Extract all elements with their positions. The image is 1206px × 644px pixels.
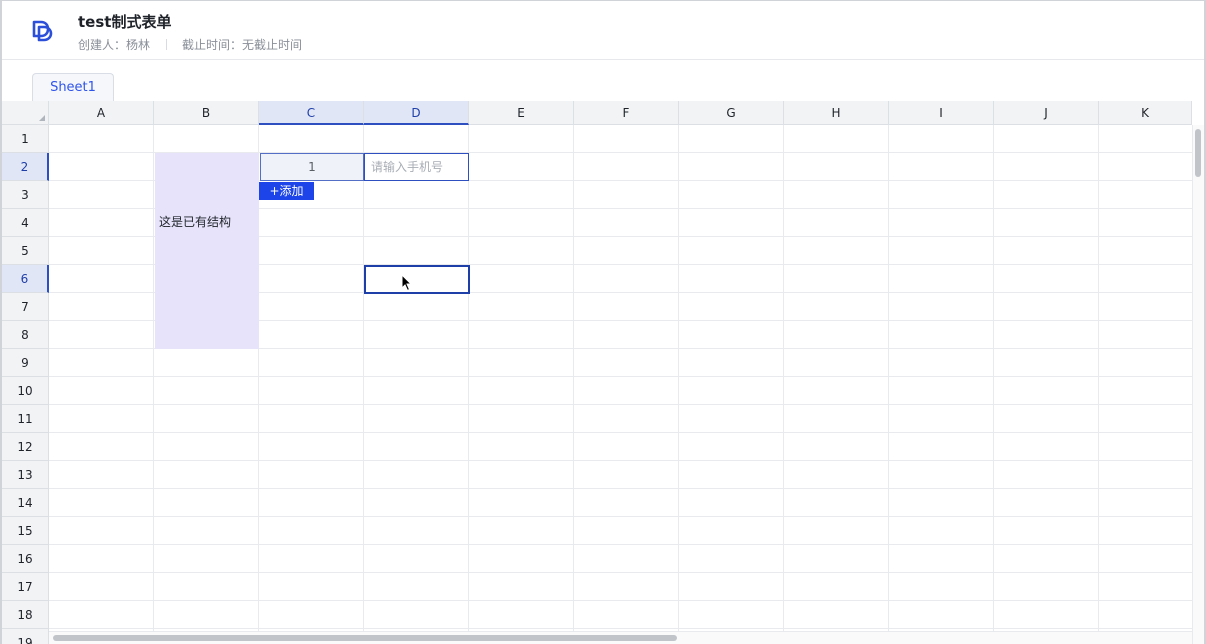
corner-triangle-icon [39, 115, 45, 121]
column-header-k[interactable]: K [1099, 101, 1192, 125]
column-header-i[interactable]: I [889, 101, 994, 125]
row-header-5[interactable]: 5 [2, 237, 49, 265]
tab-sheet1[interactable]: Sheet1 [32, 73, 114, 102]
row-header-17[interactable]: 17 [2, 573, 49, 601]
creator-label: 创建人：杨林 [78, 38, 151, 52]
form-title: test制式表单 [78, 13, 172, 31]
selected-cell-d6[interactable] [364, 265, 470, 294]
mouse-pointer-icon [401, 274, 413, 292]
column-header-c[interactable]: C [259, 101, 364, 125]
row-header-19[interactable]: 19 [2, 629, 49, 644]
merged-structure-block[interactable] [155, 153, 259, 349]
row-header-13[interactable]: 13 [2, 461, 49, 489]
phone-input-cell[interactable]: 请输入手机号 [364, 153, 469, 181]
vertical-scrollbar-track[interactable] [1192, 125, 1204, 644]
select-all-corner[interactable] [2, 101, 49, 125]
horizontal-scrollbar-thumb[interactable] [53, 635, 677, 641]
row-header-18[interactable]: 18 [2, 601, 49, 629]
row-header-14[interactable]: 14 [2, 489, 49, 517]
vertical-scrollbar-thumb[interactable] [1195, 129, 1201, 177]
row-header-7[interactable]: 7 [2, 293, 49, 321]
spreadsheet: ABCDEFGHIJK 1 2 3 4 5 6 7 8 9 10 11 12 13 14 15 16 17 18 1… [2, 101, 1204, 644]
column-header-e[interactable]: E [469, 101, 574, 125]
form-meta: 创建人：杨林 截止时间：无截止时间 [78, 36, 302, 53]
column-header-j[interactable]: J [994, 101, 1099, 125]
column-header-b[interactable]: B [154, 101, 259, 125]
row-header-8[interactable]: 8 [2, 321, 49, 349]
form-header: test制式表单 创建人：杨林 截止时间：无截止时间 [2, 1, 1204, 60]
column-header-f[interactable]: F [574, 101, 679, 125]
merged-structure-text: 这是已有结构 [159, 215, 232, 229]
cell-grid[interactable]: 这是已有结构 1 请输入手机号 +添加 [49, 125, 1192, 644]
deadline-label: 截止时间：无截止时间 [182, 38, 303, 52]
row-header-10[interactable]: 10 [2, 377, 49, 405]
row-header-2[interactable]: 2 [2, 153, 49, 181]
sheet-tab-bar: Sheet1 [2, 60, 1204, 102]
row-header-12[interactable]: 12 [2, 433, 49, 461]
column-header-h[interactable]: H [784, 101, 889, 125]
row-header-6[interactable]: 6 [2, 265, 49, 293]
column-header-g[interactable]: G [679, 101, 784, 125]
column-header-a[interactable]: A [49, 101, 154, 125]
cell-c2-number[interactable]: 1 [260, 153, 364, 181]
meta-divider [166, 39, 168, 50]
app-window: test制式表单 创建人：杨林 截止时间：无截止时间 Sheet1 ABCDEF… [0, 0, 1206, 644]
row-header-4[interactable]: 4 [2, 209, 49, 237]
row-header-11[interactable]: 11 [2, 405, 49, 433]
row-header-1[interactable]: 1 [2, 125, 49, 153]
row-header-16[interactable]: 16 [2, 545, 49, 573]
dd-logo-icon [32, 20, 53, 42]
row-header-15[interactable]: 15 [2, 517, 49, 545]
row-header-3[interactable]: 3 [2, 181, 49, 209]
column-header-d[interactable]: D [364, 101, 469, 125]
row-header-9[interactable]: 9 [2, 349, 49, 377]
add-row-button[interactable]: +添加 [259, 182, 314, 200]
